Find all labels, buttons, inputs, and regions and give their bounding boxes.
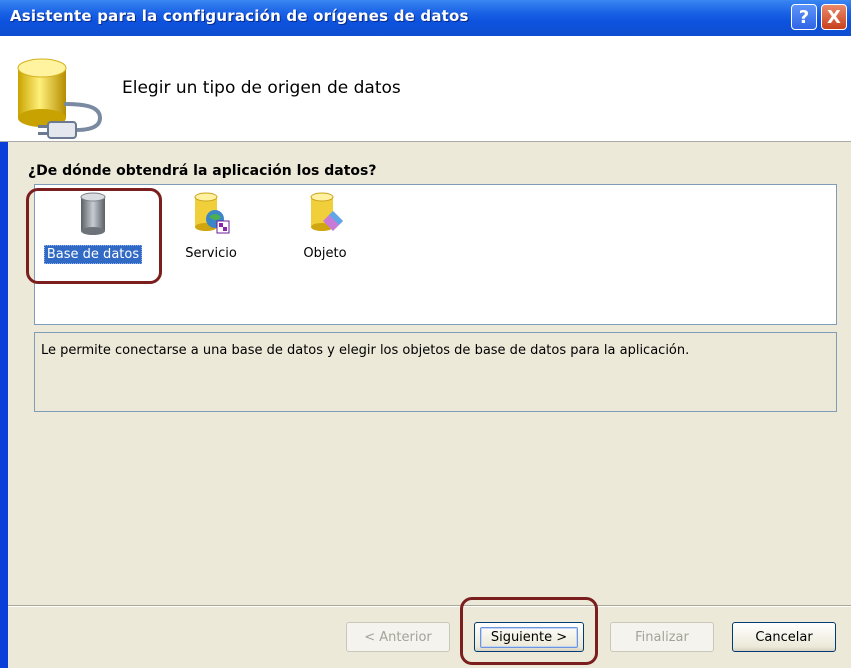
next-button[interactable]: Siguiente >: [474, 622, 584, 652]
cancel-button[interactable]: Cancelar: [732, 622, 836, 652]
wizard-step-title: Elegir un tipo de origen de datos: [122, 78, 401, 98]
description-text: Le permite conectarse a una base de dato…: [41, 343, 690, 358]
database-plug-icon: [17, 58, 103, 139]
finish-button[interactable]: Finalizar: [610, 622, 714, 652]
service-icon: [194, 192, 230, 234]
finish-button-label: Finalizar: [635, 629, 689, 645]
title-bar[interactable]: Asistente para la configuración de oríge…: [0, 0, 851, 36]
list-item-object[interactable]: Objeto: [285, 185, 365, 275]
window-title: Asistente para la configuración de oríge…: [10, 7, 469, 25]
source-question-label: ¿De dónde obtendrá la aplicación los dat…: [28, 163, 377, 179]
help-icon: ?: [798, 6, 810, 28]
list-item-database[interactable]: Base de datos: [39, 185, 147, 275]
next-button-label: Siguiente >: [479, 626, 579, 648]
previous-button[interactable]: < Anterior: [346, 622, 450, 652]
object-icon: [310, 192, 343, 231]
wizard-window: Asistente para la configuración de oríge…: [0, 0, 851, 668]
close-icon: X: [827, 6, 841, 28]
list-item-service[interactable]: Servicio: [173, 185, 249, 275]
wizard-header: Elegir un tipo de origen de datos: [0, 36, 851, 142]
cancel-button-label: Cancelar: [755, 629, 813, 645]
close-button[interactable]: X: [821, 4, 847, 30]
list-item-label: Objeto: [303, 246, 347, 261]
list-item-label: Servicio: [185, 246, 237, 261]
previous-button-label: < Anterior: [364, 629, 432, 645]
description-box: Le permite conectarse a una base de dato…: [34, 332, 837, 412]
help-button[interactable]: ?: [791, 4, 817, 30]
button-separator: [8, 605, 851, 607]
source-type-list[interactable]: Base de datos Servicio Objeto: [34, 184, 837, 325]
list-item-label: Base de datos: [43, 245, 143, 264]
database-icon: [80, 192, 106, 235]
